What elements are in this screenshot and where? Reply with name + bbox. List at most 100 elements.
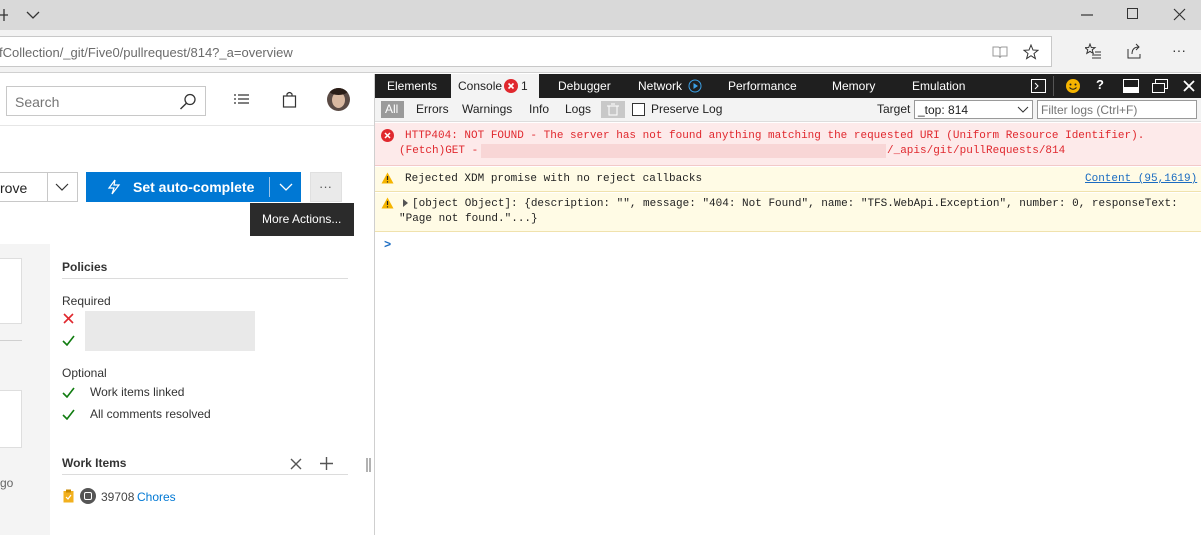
help-icon[interactable]: ? xyxy=(1096,77,1104,92)
target-select[interactable]: _top: 814 xyxy=(914,100,1033,119)
new-tab-icon[interactable] xyxy=(0,8,12,22)
tab-memory[interactable]: Memory xyxy=(832,74,875,98)
chevron-down-icon xyxy=(1017,106,1029,114)
filter-all-label: All xyxy=(385,102,399,116)
filter-warnings[interactable]: Warnings xyxy=(462,102,512,116)
object-message-line2: "Page not found."...} xyxy=(399,213,538,225)
check-icon xyxy=(62,335,75,346)
error-message-line1: HTTP404: NOT FOUND - The server has not … xyxy=(405,130,1145,142)
url-field[interactable]: fCollection/_git/Five0/pullrequest/814?_… xyxy=(0,36,1052,67)
search-icon[interactable] xyxy=(179,93,197,111)
filter-logs-box[interactable] xyxy=(1037,100,1197,119)
divider xyxy=(62,278,348,279)
feedback-smiley-icon[interactable] xyxy=(1065,78,1081,94)
address-bar: fCollection/_git/Five0/pullrequest/814?_… xyxy=(0,30,1201,73)
time-fragment: go xyxy=(0,476,14,490)
favorite-star-icon[interactable] xyxy=(1023,44,1039,60)
close-icon[interactable] xyxy=(290,458,302,470)
console-prompt[interactable]: > xyxy=(384,238,391,252)
chevron-down-icon[interactable] xyxy=(55,183,69,192)
content-card xyxy=(0,258,22,324)
divider xyxy=(62,474,348,475)
tab-performance[interactable]: Performance xyxy=(728,74,797,98)
console-drawer-icon[interactable] xyxy=(1031,79,1046,93)
content-card xyxy=(0,390,22,448)
redacted-policy-names xyxy=(85,311,255,351)
assignee-avatar xyxy=(80,488,96,504)
dock-bottom-icon[interactable] xyxy=(1123,79,1139,93)
approve-button[interactable]: rove xyxy=(0,172,78,202)
reading-view-icon[interactable] xyxy=(992,45,1008,59)
more-actions-ellipsis: ··· xyxy=(319,179,332,194)
filter-all-button[interactable]: All xyxy=(381,101,404,118)
devtools-tab-bar: Elements Console 1 Debugger Network Perf… xyxy=(375,74,1201,98)
target-label: Target xyxy=(877,102,911,116)
record-play-icon xyxy=(688,79,702,93)
close-window-icon[interactable] xyxy=(1173,8,1186,21)
failed-x-icon xyxy=(63,313,74,324)
tab-console[interactable]: Console 1 xyxy=(451,74,539,98)
error-count-icon xyxy=(504,79,518,93)
maximize-icon[interactable] xyxy=(1127,8,1139,20)
split-divider xyxy=(269,177,270,197)
check-icon xyxy=(62,409,75,420)
error-message-line2-suffix[interactable]: /_apis/git/pullRequests/814 xyxy=(887,144,1065,158)
error-message-line2-prefix: (Fetch)GET - xyxy=(399,145,479,157)
filter-info[interactable]: Info xyxy=(529,102,549,116)
share-icon[interactable] xyxy=(1127,43,1143,59)
tab-emulation[interactable]: Emulation xyxy=(912,74,965,98)
warning-icon xyxy=(381,172,394,184)
auto-complete-icon xyxy=(106,179,122,195)
clear-console-icon[interactable] xyxy=(601,101,625,118)
chevron-down-icon[interactable] xyxy=(279,183,293,192)
clipboard-icon xyxy=(63,489,74,503)
warning-icon xyxy=(381,197,394,209)
set-auto-complete-button[interactable]: Set auto-complete xyxy=(86,172,301,202)
error-icon xyxy=(381,129,394,142)
policies-title: Policies xyxy=(62,260,108,274)
avatar[interactable] xyxy=(327,88,350,111)
tab-debugger[interactable]: Debugger xyxy=(558,74,611,98)
approve-label: rove xyxy=(0,180,28,196)
url-text: fCollection/_git/Five0/pullrequest/814?_… xyxy=(0,45,293,60)
expand-triangle-icon[interactable] xyxy=(403,199,409,207)
search-box[interactable] xyxy=(6,86,206,116)
divider xyxy=(0,340,22,341)
devtools-panel: Elements Console 1 Debugger Network Perf… xyxy=(374,74,1201,535)
close-devtools-icon[interactable] xyxy=(1183,80,1195,92)
tab-console-label: Console xyxy=(458,79,503,93)
pull-request-page: rove Set auto-complete ··· More Actions.… xyxy=(0,74,374,535)
source-link[interactable]: Content (95,1619) xyxy=(1085,172,1197,186)
favorites-hub-icon[interactable] xyxy=(1085,43,1102,59)
more-actions-button[interactable]: ··· xyxy=(310,172,342,202)
list-icon[interactable] xyxy=(234,93,250,107)
undock-icon[interactable] xyxy=(1152,79,1168,93)
console-message-warning: Rejected XDM promise with no reject call… xyxy=(375,167,1201,192)
warning-message-text: Rejected XDM promise with no reject call… xyxy=(405,173,703,185)
filter-logs-input[interactable] xyxy=(1041,103,1191,117)
console-message-warning: [object Object]: {description: "", messa… xyxy=(375,193,1201,232)
filter-errors[interactable]: Errors xyxy=(416,102,449,116)
minimize-icon[interactable] xyxy=(1080,8,1094,22)
tab-network-label: Network xyxy=(638,79,683,93)
shopping-bag-icon[interactable] xyxy=(282,91,298,108)
more-actions-tooltip: More Actions... xyxy=(250,203,354,236)
add-icon[interactable] xyxy=(320,457,333,470)
search-input[interactable] xyxy=(15,94,175,110)
tab-elements[interactable]: Elements xyxy=(387,74,437,98)
filter-logs[interactable]: Logs xyxy=(565,102,591,116)
app-header xyxy=(0,74,374,126)
console-error-count: 1 xyxy=(521,79,528,93)
work-item-link[interactable]: Chores xyxy=(137,490,176,504)
browser-title-bar xyxy=(0,0,1201,30)
tab-list-chevron-icon[interactable] xyxy=(26,10,40,20)
separator xyxy=(1053,76,1054,96)
tab-network[interactable]: Network xyxy=(638,74,702,98)
split-divider xyxy=(47,173,48,201)
splitter-grip-icon[interactable] xyxy=(366,458,371,472)
work-items-title: Work Items xyxy=(62,456,127,470)
preserve-log-checkbox[interactable] xyxy=(632,103,645,116)
console-filter-bar: All Errors Warnings Info Logs Preserve L… xyxy=(375,98,1201,122)
settings-more-icon[interactable]: ··· xyxy=(1172,42,1186,58)
preserve-log-label: Preserve Log xyxy=(651,102,723,116)
